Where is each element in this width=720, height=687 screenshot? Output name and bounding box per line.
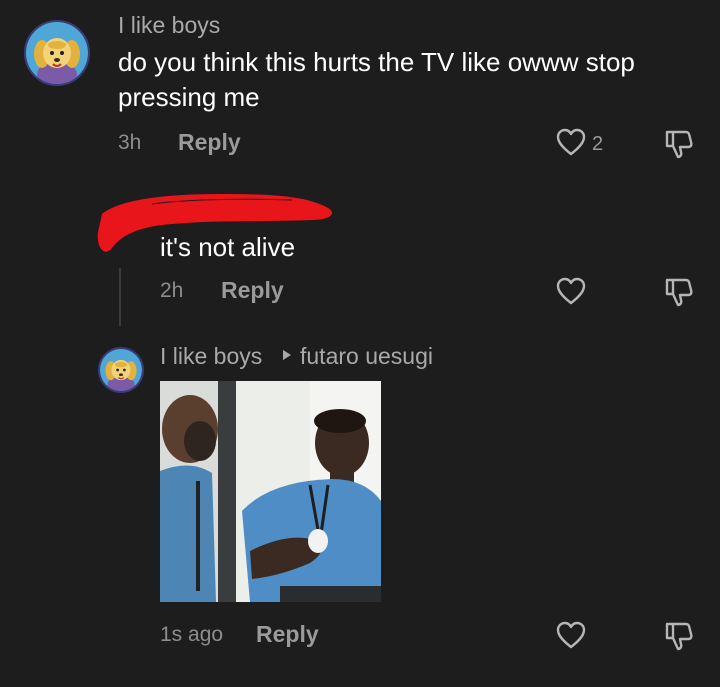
heart-icon[interactable] (556, 128, 586, 156)
comment-username[interactable]: I like boys (118, 12, 220, 39)
comment-timestamp: 2h (160, 279, 184, 302)
avatar-image (26, 22, 88, 84)
comment-timestamp: 3h (118, 131, 142, 154)
dislike-icon[interactable] (663, 276, 695, 308)
like-count: 2 (592, 133, 604, 155)
comment-timestamp: 1s ago (160, 623, 224, 646)
reply-button[interactable]: Reply (256, 621, 319, 648)
thread-line (119, 268, 121, 326)
comment-text: do you think this hurts the TV like owww… (118, 47, 635, 77)
comment-text: pressing me (118, 82, 260, 112)
dislike-icon[interactable] (663, 620, 695, 652)
avatar-image (100, 349, 142, 391)
comment-text: it's not alive (160, 232, 296, 262)
dislike-icon[interactable] (663, 128, 695, 160)
avatar[interactable] (98, 347, 144, 393)
reply-to-username[interactable]: futaro uesugi (300, 343, 433, 370)
caret-right-icon (282, 349, 292, 361)
heart-icon[interactable] (556, 621, 586, 649)
comment-image[interactable] (160, 381, 381, 602)
comment-username[interactable]: I like boys (160, 343, 262, 370)
reply-button[interactable]: Reply (221, 277, 284, 304)
reply-button[interactable]: Reply (178, 129, 241, 156)
avatar[interactable] (24, 20, 90, 86)
heart-icon[interactable] (556, 277, 586, 305)
